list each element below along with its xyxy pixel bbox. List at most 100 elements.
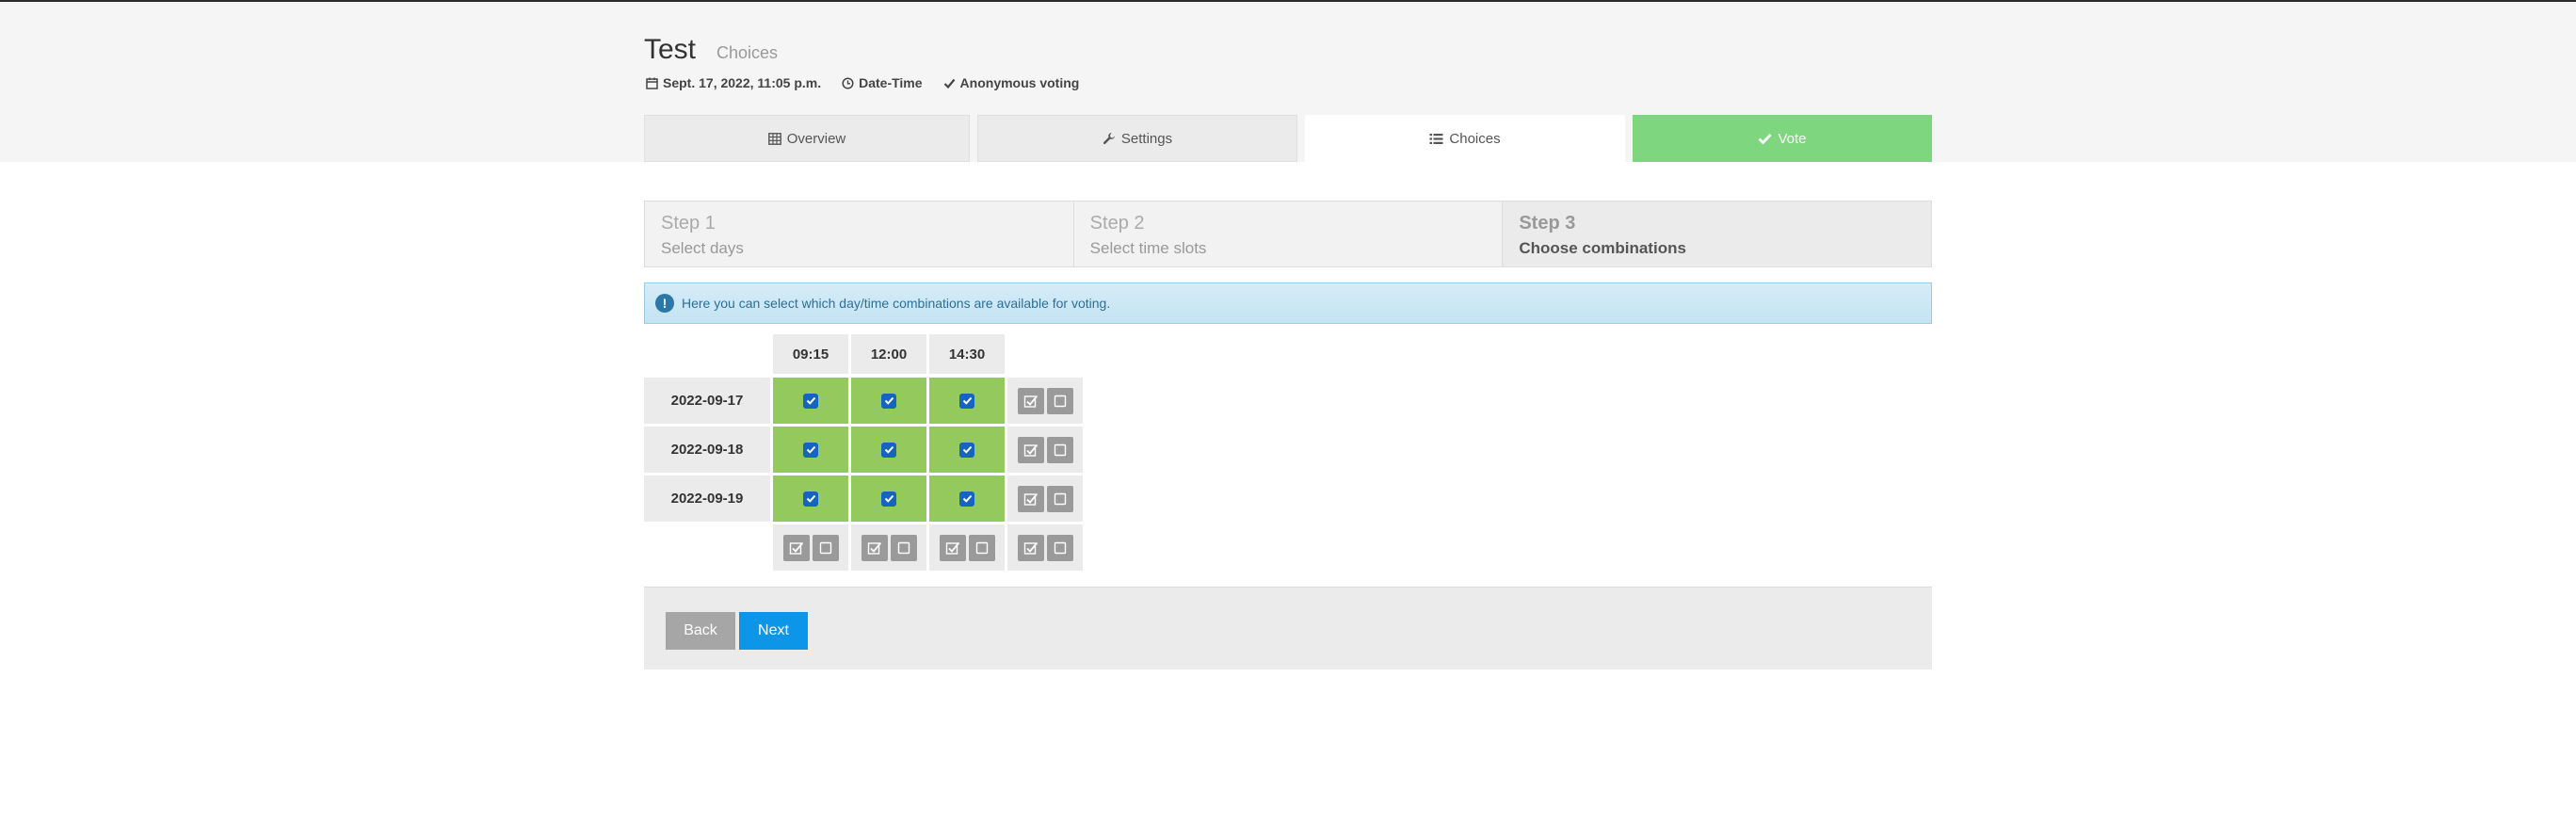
clock-icon <box>842 76 854 89</box>
step-3: Step 3 Choose combinations <box>1503 201 1932 266</box>
tab-overview-label: Overview <box>786 130 846 147</box>
uncheck-all-icon <box>1054 541 1066 554</box>
time-column-header: 14:30 <box>929 334 1005 374</box>
check-all-button[interactable] <box>1017 485 1044 512</box>
step-1-label: Select days <box>661 239 744 257</box>
uncheck-all-icon <box>1054 395 1066 407</box>
uncheck-all-button[interactable] <box>1046 387 1073 414</box>
tab-vote[interactable]: Vote <box>1633 115 1932 162</box>
check-all-icon <box>1023 541 1038 555</box>
checked-checkbox[interactable] <box>881 491 896 507</box>
checked-checkbox[interactable] <box>959 393 974 409</box>
check-all-button[interactable] <box>861 534 888 561</box>
page-title: Test <box>644 34 697 65</box>
exclamation-icon: ! <box>655 294 674 313</box>
column-toggle-controls <box>851 524 926 571</box>
calendar-icon <box>646 77 658 89</box>
row-toggle-controls <box>1007 475 1083 522</box>
check-all-icon <box>867 541 881 555</box>
date-row-header: 2022-09-18 <box>644 427 770 473</box>
tab-choices[interactable]: Choices <box>1305 115 1625 162</box>
combination-cell[interactable] <box>773 475 848 522</box>
wizard-steps: Step 1 Select days Step 2 Select time sl… <box>644 201 1932 267</box>
uncheck-all-icon <box>1054 492 1066 505</box>
poll-header: Test Choices <box>644 34 778 66</box>
combination-cell[interactable] <box>773 378 848 424</box>
uncheck-all-icon <box>1054 443 1066 456</box>
date-row-header: 2022-09-19 <box>644 475 770 522</box>
step-1: Step 1 Select days <box>645 201 1074 266</box>
tab-overview[interactable]: Overview <box>644 115 970 162</box>
check-all-button[interactable] <box>1017 436 1044 463</box>
check-all-icon <box>1023 492 1038 506</box>
uncheck-all-button[interactable] <box>1046 485 1073 512</box>
check-all-icon <box>789 541 803 555</box>
checked-checkbox[interactable] <box>803 393 818 409</box>
combination-cell[interactable] <box>851 427 926 473</box>
column-toggle-controls <box>773 524 848 571</box>
step-3-number: Step 3 <box>1519 213 1576 234</box>
all-toggle-controls <box>1007 524 1083 571</box>
tab-vote-label: Vote <box>1778 130 1807 147</box>
time-column-header: 12:00 <box>851 334 926 374</box>
check-all-button[interactable] <box>782 534 810 561</box>
table-icon <box>767 132 781 145</box>
checked-checkbox[interactable] <box>959 442 974 458</box>
list-icon <box>1429 133 1443 144</box>
wrench-icon <box>1103 133 1115 145</box>
row-toggle-controls <box>1007 378 1083 424</box>
check-all-icon <box>1023 443 1038 457</box>
time-column-header: 09:15 <box>773 334 848 374</box>
meta-type-text: Date-Time <box>859 75 923 90</box>
check-all-icon <box>945 541 959 555</box>
step-2-label: Select time slots <box>1089 239 1207 257</box>
step-1-number: Step 1 <box>661 213 716 234</box>
uncheck-all-button[interactable] <box>1046 436 1073 463</box>
step-2-number: Step 2 <box>1089 213 1145 234</box>
tab-settings[interactable]: Settings <box>977 115 1297 162</box>
date-row-header: 2022-09-17 <box>644 378 770 424</box>
page-subtitle: Choices <box>716 43 779 62</box>
uncheck-all-button[interactable] <box>812 534 839 561</box>
uncheck-all-icon <box>819 541 831 554</box>
uncheck-all-icon <box>897 541 910 554</box>
combination-cell[interactable] <box>929 475 1005 522</box>
checked-checkbox[interactable] <box>803 491 818 507</box>
check-all-button[interactable] <box>1017 534 1044 561</box>
step-2: Step 2 Select time slots <box>1074 201 1504 266</box>
poll-meta: Sept. 17, 2022, 11:05 p.m. Date-Time Ano… <box>646 75 1100 90</box>
meta-date-text: Sept. 17, 2022, 11:05 p.m. <box>663 75 822 90</box>
meta-type: Date-Time <box>842 75 923 90</box>
combination-cell[interactable] <box>929 378 1005 424</box>
check-all-button[interactable] <box>939 534 966 561</box>
next-button[interactable]: Next <box>739 612 808 650</box>
form-footer: Back Next <box>644 587 1932 669</box>
uncheck-all-icon <box>975 541 988 554</box>
check-all-button[interactable] <box>1017 387 1044 414</box>
combination-cell[interactable] <box>773 427 848 473</box>
check-all-icon <box>1023 395 1038 408</box>
tab-choices-label: Choices <box>1449 130 1501 147</box>
combination-cell[interactable] <box>929 427 1005 473</box>
meta-date: Sept. 17, 2022, 11:05 p.m. <box>646 75 821 90</box>
checked-checkbox[interactable] <box>803 442 818 458</box>
uncheck-all-button[interactable] <box>968 534 995 561</box>
check-icon <box>1758 133 1773 145</box>
tab-settings-label: Settings <box>1120 130 1173 147</box>
check-icon <box>943 78 955 89</box>
uncheck-all-button[interactable] <box>1046 534 1073 561</box>
checked-checkbox[interactable] <box>881 393 896 409</box>
checked-checkbox[interactable] <box>959 491 974 507</box>
back-button[interactable]: Back <box>666 612 735 650</box>
column-toggle-controls <box>929 524 1005 571</box>
combination-cell[interactable] <box>851 378 926 424</box>
poll-tabs: Overview Settings Choices Vote <box>644 115 1932 162</box>
info-alert-text: Here you can select which day/time combi… <box>682 296 1111 311</box>
row-toggle-controls <box>1007 427 1083 473</box>
info-alert: ! Here you can select which day/time com… <box>644 282 1932 324</box>
step-3-label: Choose combinations <box>1519 239 1686 257</box>
meta-anonymity-text: Anonymous voting <box>959 75 1080 90</box>
uncheck-all-button[interactable] <box>890 534 917 561</box>
combination-cell[interactable] <box>851 475 926 522</box>
checked-checkbox[interactable] <box>881 442 896 458</box>
